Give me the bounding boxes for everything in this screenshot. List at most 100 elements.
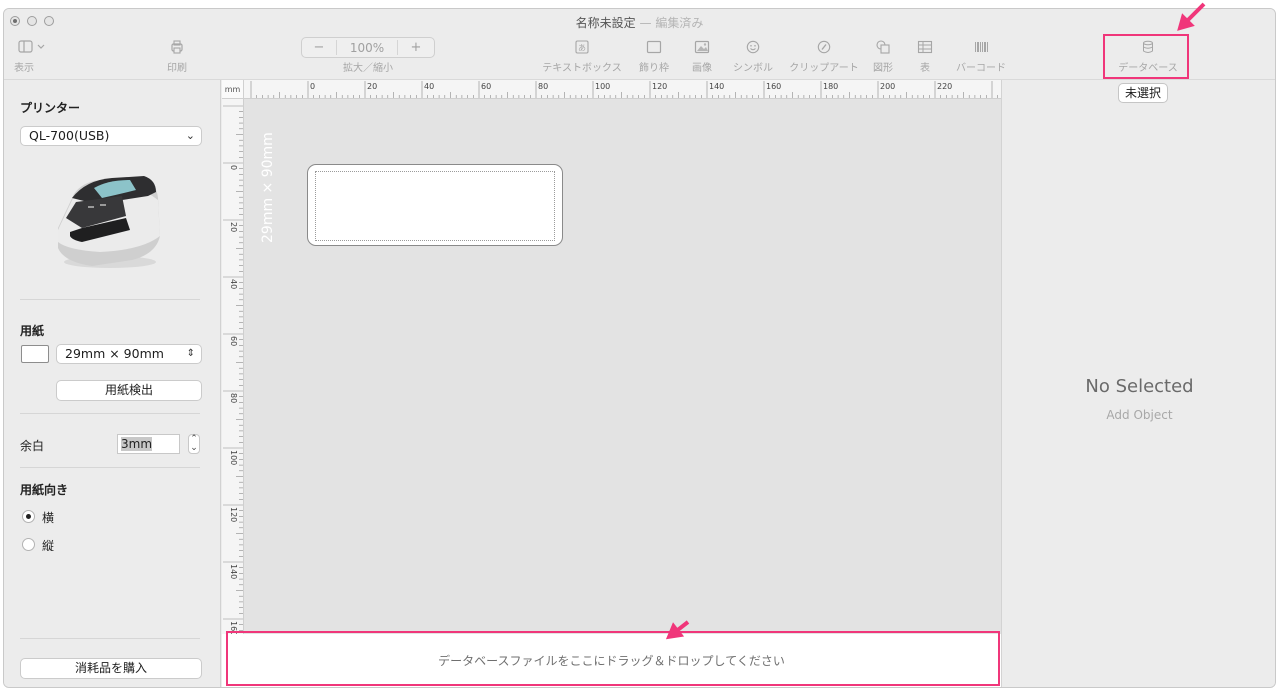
label-printer-image	[58, 176, 160, 268]
title-separator: —	[639, 16, 652, 30]
orientation-portrait-radio[interactable]	[22, 538, 35, 551]
label-paper[interactable]	[307, 164, 563, 246]
document-name: 名称未設定	[575, 16, 636, 30]
view-label: 表示	[14, 63, 34, 74]
printer-heading: プリンター	[20, 101, 81, 115]
ruler-tick-label: 140	[709, 82, 724, 91]
ruler-tick-label: 20	[367, 82, 377, 91]
ruler-tick-label: 120	[229, 507, 238, 522]
edit-status: 編集済み	[655, 16, 704, 30]
toolbar: 名称未設定 — 編集済み 表示 印刷 − 100% + 拡大／縮小 あ テキスト…	[4, 9, 1275, 80]
clipart-toolbar-button[interactable]: クリップアート	[786, 40, 862, 76]
text-box-icon-glyph: あ	[578, 44, 586, 53]
label-size-text: 29mm × 90mm	[260, 132, 276, 243]
frame-label: 飾り枠	[639, 63, 669, 74]
horizontal-ruler: 0 20 40 60 80 100 120 140 160 180 200 220	[244, 80, 1001, 99]
buy-supplies-button[interactable]: 消耗品を購入	[20, 658, 202, 679]
ruler-tick-label: 60	[229, 336, 238, 346]
ruler-unit: mm	[222, 80, 244, 99]
ruler-tick-label: 180	[823, 82, 838, 91]
inspector-subtitle: Add Object	[1106, 408, 1173, 422]
ruler-tick-label: 100	[595, 82, 610, 91]
stepper-updown-icon: ⇕	[186, 348, 195, 359]
vertical-ruler-scale: 020406080100120140160	[223, 105, 243, 634]
sidebar-divider	[20, 467, 200, 468]
paperclip-icon	[786, 40, 862, 56]
image-toolbar-button[interactable]: 画像	[684, 40, 720, 76]
paper-tape-icon	[21, 345, 49, 363]
print-label: 印刷	[167, 63, 187, 74]
window-title: 名称未設定 — 編集済み	[4, 14, 1275, 31]
orientation-heading: 用紙向き	[20, 483, 69, 497]
printer-icon	[159, 40, 195, 56]
inspector-panel: 未選択 No Selected Add Object	[1001, 80, 1275, 687]
barcode-icon	[954, 40, 1008, 56]
ruler-tick-label: 120	[652, 82, 667, 91]
view-toolbar-button[interactable]: 表示	[14, 40, 50, 76]
database-selection-button[interactable]: 未選択	[1118, 83, 1169, 103]
horizontal-ruler-scale: 0 20 40 60 80 100 120 140 160 180 200 220	[250, 81, 999, 98]
settings-sidebar: プリンター QL-700(USB) ⌄ 用紙 29mm × 90mm ⇕ 用紙検…	[4, 80, 221, 687]
ruler-tick-label: 20	[229, 222, 238, 232]
text-box-label: テキストボックス	[542, 63, 622, 74]
zoom-in-button[interactable]: +	[397, 40, 434, 55]
sidebar-divider	[20, 413, 200, 414]
ruler-tick-label: 160	[766, 82, 781, 91]
sidebar-divider	[20, 638, 200, 639]
ruler-tick-label: 40	[229, 279, 238, 289]
zoom-value: 100%	[349, 40, 385, 55]
sidebar-divider	[20, 299, 200, 300]
inspector-title: No Selected	[1085, 376, 1194, 397]
orientation-portrait-label: 縦	[42, 539, 55, 553]
image-icon	[684, 40, 720, 56]
image-label: 画像	[692, 63, 712, 74]
printable-area	[315, 171, 555, 241]
app-window: 名称未設定 — 編集済み 表示 印刷 − 100% + 拡大／縮小 あ テキスト…	[3, 8, 1276, 688]
text-box-toolbar-button[interactable]: あ テキストボックス	[537, 40, 627, 76]
ruler-tick-label: 220	[937, 82, 952, 91]
orientation-landscape-radio[interactable]	[22, 510, 35, 523]
detect-paper-button[interactable]: 用紙検出	[56, 380, 202, 401]
margin-label: 余白	[20, 439, 45, 453]
ruler-tick-label: 0	[310, 82, 315, 91]
chevron-down-icon: ⌄	[185, 129, 195, 142]
paper-size-select[interactable]: 29mm × 90mm ⇕	[56, 344, 202, 364]
margin-input[interactable]: 3mm	[117, 434, 180, 454]
label-canvas[interactable]: 29mm × 90mm	[244, 99, 1001, 634]
ruler-tick-label: 60	[481, 82, 491, 91]
shape-toolbar-button[interactable]: 図形	[868, 40, 898, 76]
frame-toolbar-button[interactable]: 飾り枠	[634, 40, 674, 76]
smiley-icon	[731, 40, 775, 56]
zoom-out-button[interactable]: −	[302, 40, 337, 55]
shapes-icon	[868, 40, 898, 56]
clipart-label: クリップアート	[789, 63, 859, 74]
ruler-tick-label: 100	[229, 450, 238, 465]
ruler-tick-label: 0	[229, 165, 238, 170]
frame-icon	[634, 40, 674, 56]
text-box-icon: あ	[537, 40, 627, 56]
table-icon	[910, 40, 940, 56]
barcode-label: バーコード	[956, 63, 1006, 74]
zoom-label: 拡大／縮小	[343, 63, 393, 74]
ruler-tick-label: 140	[229, 564, 238, 579]
zoom-control: − 100% +	[301, 37, 435, 58]
database-button-highlight	[1103, 34, 1189, 79]
vertical-ruler: 0 20 40 60 80 100 120 140 160	[222, 99, 244, 634]
print-toolbar-button[interactable]: 印刷	[159, 40, 195, 76]
table-label: 表	[920, 63, 930, 74]
ruler-tick-label: 200	[880, 82, 895, 91]
barcode-toolbar-button[interactable]: バーコード	[954, 40, 1008, 76]
sidebar-icon	[14, 40, 50, 56]
table-toolbar-button[interactable]: 表	[910, 40, 940, 76]
shape-label: 図形	[873, 63, 893, 74]
orientation-landscape-label: 横	[42, 511, 55, 525]
paper-heading: 用紙	[20, 324, 45, 338]
printer-select[interactable]: QL-700(USB) ⌄	[20, 126, 202, 146]
drop-zone-highlight	[226, 631, 1000, 686]
margin-stepper[interactable]: ⌃ ⌄	[188, 434, 200, 454]
symbol-label: シンボル	[733, 63, 773, 74]
symbol-toolbar-button[interactable]: シンボル	[731, 40, 775, 76]
ruler-tick-label: 40	[424, 82, 434, 91]
ruler-tick-label: 80	[229, 393, 238, 403]
margin-input-value: 3mm	[121, 437, 153, 451]
